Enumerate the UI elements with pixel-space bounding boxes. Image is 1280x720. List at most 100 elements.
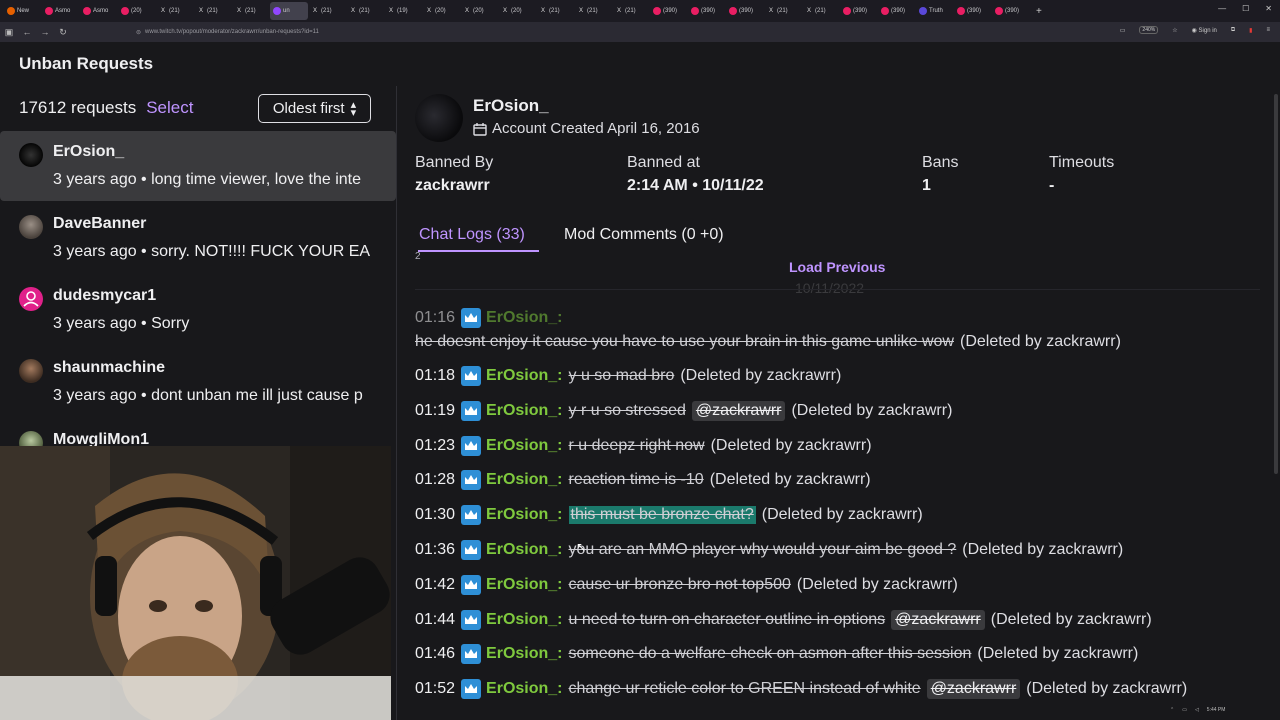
log-deleted-note: (Deleted by zackrawrr) (791, 401, 953, 419)
browser-tab-label: (19) (397, 8, 408, 14)
browser-tab[interactable]: X (21) (536, 2, 574, 20)
log-mention[interactable]: @zackrawrr (891, 609, 985, 630)
tab-chat-logs[interactable]: Chat Logs (33) (419, 226, 525, 244)
browser-tab[interactable]: un (270, 2, 308, 20)
avatar (19, 287, 43, 311)
log-username[interactable]: ErOsion_: (486, 367, 562, 385)
log-username[interactable]: ErOsion_: (486, 541, 562, 559)
log-mention[interactable]: @zackrawrr (926, 679, 1021, 700)
x-logo-icon: X (198, 8, 203, 14)
browser-tab[interactable]: X (20) (460, 2, 498, 20)
browser-tab[interactable]: (390) (992, 2, 1030, 20)
chat-log-entry: 01:18 ErOsion_: y u so mad bro (Deleted by … (415, 366, 841, 386)
reload-icon[interactable]: ↻ (54, 27, 72, 38)
x-logo-icon: X (312, 8, 317, 14)
hidden-counter: 2 (415, 251, 421, 262)
extension-red-icon[interactable]: ▮ (1249, 27, 1252, 34)
crown-badge-icon (461, 644, 482, 665)
browser-tab[interactable]: X (21) (194, 2, 232, 20)
minimize-icon[interactable]: — (1218, 4, 1226, 13)
browser-tab-label: (390) (967, 8, 982, 14)
browser-tab[interactable]: X (21) (612, 2, 650, 20)
request-list-item[interactable]: dudesmycar1 3 years ago • Sorry (0, 275, 396, 345)
browser-tab[interactable]: X (19) (384, 2, 422, 20)
log-deleted-note: (Deleted by zackrawrr) (990, 610, 1152, 628)
log-username[interactable]: ErOsion_: (486, 680, 562, 698)
mouse-cursor-icon: ↖ (576, 540, 587, 554)
bookmark-icon[interactable]: ☆ (1172, 27, 1177, 34)
new-tab-icon[interactable]: + (1036, 6, 1042, 17)
request-list-item[interactable]: shaunmachine 3 years ago • dont unban me … (0, 347, 396, 417)
browser-tab[interactable]: X (20) (422, 2, 460, 20)
browser-tab[interactable]: Asmo (42, 2, 80, 20)
browser-tab[interactable]: X (21) (764, 2, 802, 20)
browser-tab[interactable]: Asmo (80, 2, 118, 20)
browser-tab[interactable]: (390) (688, 2, 726, 20)
volume-icon[interactable]: ◁ (1195, 707, 1199, 713)
log-timestamp: 01:46 (415, 645, 456, 663)
log-username[interactable]: ErOsion_: (486, 576, 562, 594)
browser-tab[interactable]: X (21) (802, 2, 840, 20)
close-icon[interactable]: ✕ (1265, 4, 1272, 13)
clock-text: 5:44 PM (1206, 707, 1226, 713)
browser-tab[interactable]: Truth (916, 2, 954, 20)
browser-tab-label: (21) (359, 8, 370, 14)
nav-right-group: ▭ 240% ☆ ◉ Sign in ⧉ ▮ ≡ (1120, 26, 1270, 34)
browser-tab-label: (21) (587, 8, 598, 14)
browser-tab-label: un (283, 8, 290, 14)
browser-tab-label: Asmo (93, 8, 109, 14)
extensions-icon[interactable]: ⧉ (1231, 27, 1235, 34)
maximize-icon[interactable]: ☐ (1242, 4, 1249, 13)
reader-icon[interactable]: ▭ (1120, 27, 1126, 34)
browser-tab[interactable]: X (21) (308, 2, 346, 20)
browser-tab[interactable]: X (21) (156, 2, 194, 20)
browser-tab[interactable]: (390) (650, 2, 688, 20)
request-list-item[interactable]: DaveBanner 3 years ago • sorry. NOT!!!! F… (0, 203, 396, 273)
tray-chevron-icon[interactable]: ⌃ (1170, 707, 1174, 713)
browser-tab[interactable]: (390) (840, 2, 878, 20)
browser-tab[interactable]: X (21) (232, 2, 270, 20)
request-list-item[interactable]: ErOsion_ 3 years ago • long time viewer, … (0, 131, 396, 201)
site-info-icon[interactable]: ⊜ (136, 29, 141, 36)
browser-tab[interactable]: X (21) (574, 2, 612, 20)
load-previous-button[interactable]: Load Previous (789, 259, 885, 275)
youtube-icon (83, 7, 91, 15)
log-username[interactable]: ErOsion_: (486, 611, 562, 629)
tab-mod-comments[interactable]: Mod Comments (0 +0) (564, 226, 724, 244)
x-logo-icon: X (464, 8, 469, 14)
browser-tab[interactable]: (390) (878, 2, 916, 20)
browser-tab[interactable]: (390) (726, 2, 764, 20)
log-username[interactable]: ErOsion_: (486, 471, 562, 489)
scrollbar[interactable] (1274, 94, 1278, 474)
forward-icon[interactable]: → (36, 27, 54, 37)
youtube-icon (881, 7, 889, 15)
timeouts-value: - (1049, 177, 1055, 194)
browser-tab[interactable]: (20) (118, 2, 156, 20)
timeouts-label: Timeouts (1049, 154, 1115, 171)
log-username[interactable]: ErOsion_: (486, 309, 562, 327)
back-icon[interactable]: ← (18, 27, 36, 37)
browser-tab[interactable]: New (4, 2, 42, 20)
log-mention[interactable]: @zackrawrr (691, 400, 786, 421)
log-username[interactable]: ErOsion_: (486, 506, 562, 524)
sort-dropdown[interactable]: Oldest first ▴ ▾ (258, 94, 371, 123)
zoom-badge[interactable]: 240% (1139, 26, 1159, 34)
sort-chevron-icon: ▴ ▾ (350, 98, 357, 119)
browser-tab[interactable]: X (20) (498, 2, 536, 20)
address-bar[interactable]: ⊜ www.twitch.tv/popout/moderator/zackraw… (132, 25, 1072, 39)
network-icon: ▭ (1182, 707, 1187, 713)
log-username[interactable]: ErOsion_: (486, 402, 562, 420)
log-username[interactable]: ErOsion_: (486, 645, 562, 663)
log-username[interactable]: ErOsion_: (486, 437, 562, 455)
detail-username[interactable]: ErOsion_ (473, 96, 549, 116)
log-timestamp: 01:44 (415, 610, 456, 628)
sidebar-toggle-icon[interactable]: ▣ (0, 27, 18, 38)
menu-icon[interactable]: ≡ (1266, 27, 1270, 33)
select-link[interactable]: Select (146, 98, 193, 118)
browser-tab[interactable]: (390) (954, 2, 992, 20)
banned-by-stat: Banned By zackrawrr (415, 154, 493, 195)
browser-tab-label: (390) (701, 8, 716, 14)
sign-in-button[interactable]: ◉ Sign in (1192, 27, 1217, 34)
log-message: u need to turn on character outline in o… (568, 610, 886, 628)
browser-tab[interactable]: X (21) (346, 2, 384, 20)
